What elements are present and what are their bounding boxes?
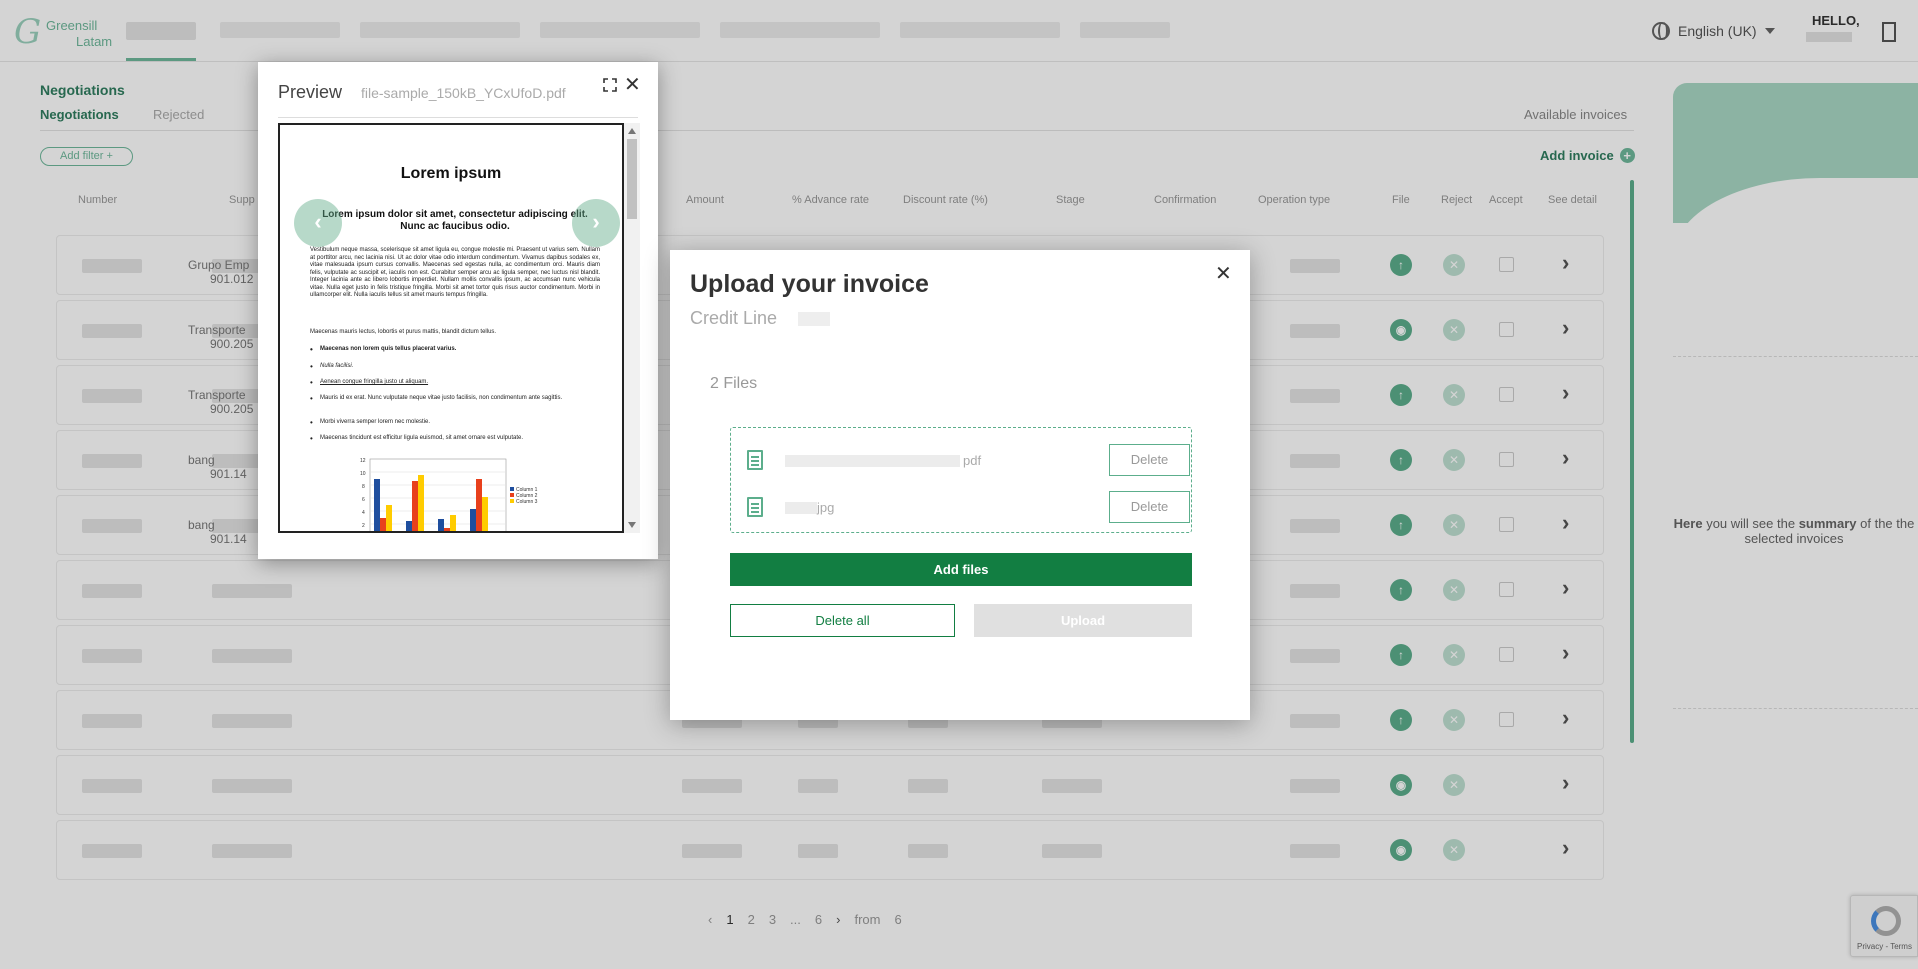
fullscreen-icon[interactable] [603, 78, 617, 92]
file-name [785, 455, 960, 467]
file-dropzone[interactable]: pdf Delete jpg Delete [730, 427, 1192, 533]
preview-title: Preview [278, 82, 343, 102]
chart-tick: 6 [362, 497, 365, 503]
pdf-document-view[interactable]: Lorem ipsum Lorem ipsum dolor sit amet, … [278, 123, 624, 533]
doc-bullet: Maecenas non lorem quis tellus placerat … [310, 346, 600, 354]
preview-window: Preview file-sample_150kB_YCxUfoD.pdf ✕ … [258, 62, 658, 559]
previous-page-button[interactable]: ‹ [294, 199, 342, 247]
delete-all-button[interactable]: Delete all [730, 604, 955, 637]
chart-tick: 12 [360, 458, 366, 464]
doc-heading: Lorem ipsum [400, 165, 502, 182]
doc-embedded-chart: 12 10 8 6 4 2 Column 1 Column 2 Column 3 [360, 458, 538, 531]
close-icon[interactable]: ✕ [624, 75, 641, 95]
chart-tick: 2 [362, 523, 365, 529]
file-item[interactable]: jpg Delete [747, 491, 1190, 523]
doc-paragraph: Vestibulum neque massa, scelerisque sit … [310, 247, 600, 298]
document-icon [747, 450, 763, 470]
doc-paragraph: Maecenas mauris lectus, lobortis et puru… [310, 329, 497, 335]
file-count: 2 Files [710, 375, 758, 392]
doc-bullet: Morbi viverra semper lorem nec molestie. [310, 419, 600, 427]
upload-invoice-modal: ✕ Upload your invoice Credit Line 2 File… [670, 250, 1250, 720]
upload-button[interactable]: Upload [974, 604, 1192, 637]
preview-scrollbar[interactable] [624, 123, 640, 533]
document-icon [747, 497, 763, 517]
scroll-thumb[interactable] [627, 139, 637, 219]
scroll-down-icon[interactable] [628, 522, 636, 528]
chevron-left-icon: ‹ [314, 209, 322, 234]
preview-filename: file-sample_150kB_YCxUfoD.pdf [361, 85, 566, 101]
delete-file-button[interactable]: Delete [1109, 444, 1190, 476]
chart-tick: 4 [362, 510, 365, 516]
delete-file-button[interactable]: Delete [1109, 491, 1190, 523]
chart-tick: 8 [362, 484, 365, 490]
modal-subtitle: Credit Line [690, 308, 778, 328]
file-item[interactable]: pdf Delete [747, 444, 1190, 476]
doc-bullet: Aenean congue fringilla justo ut aliquam… [310, 379, 600, 387]
preview-divider [278, 117, 638, 118]
file-extension: jpg [817, 500, 835, 515]
close-icon[interactable]: ✕ [1215, 264, 1232, 284]
chart-legend-item: Column 3 [516, 499, 538, 505]
add-files-button[interactable]: Add files [730, 553, 1192, 586]
doc-bullet: Nulla facilisi. [310, 363, 600, 371]
scroll-up-icon[interactable] [628, 128, 636, 134]
chart-tick: 10 [360, 471, 366, 477]
doc-subheading: Lorem ipsum dolor sit amet, consectetur … [322, 209, 588, 232]
modal-title: Upload your invoice [690, 270, 929, 298]
doc-bullet: Mauris id ex erat. Nunc vulputate neque … [310, 395, 600, 403]
file-name [785, 502, 817, 514]
doc-bullet: Maecenas tincidunt est efficitur ligula … [310, 435, 600, 443]
credit-line-id [798, 312, 830, 326]
file-extension: pdf [963, 453, 982, 468]
next-page-button[interactable]: › [572, 199, 620, 247]
chevron-right-icon: › [592, 209, 600, 234]
